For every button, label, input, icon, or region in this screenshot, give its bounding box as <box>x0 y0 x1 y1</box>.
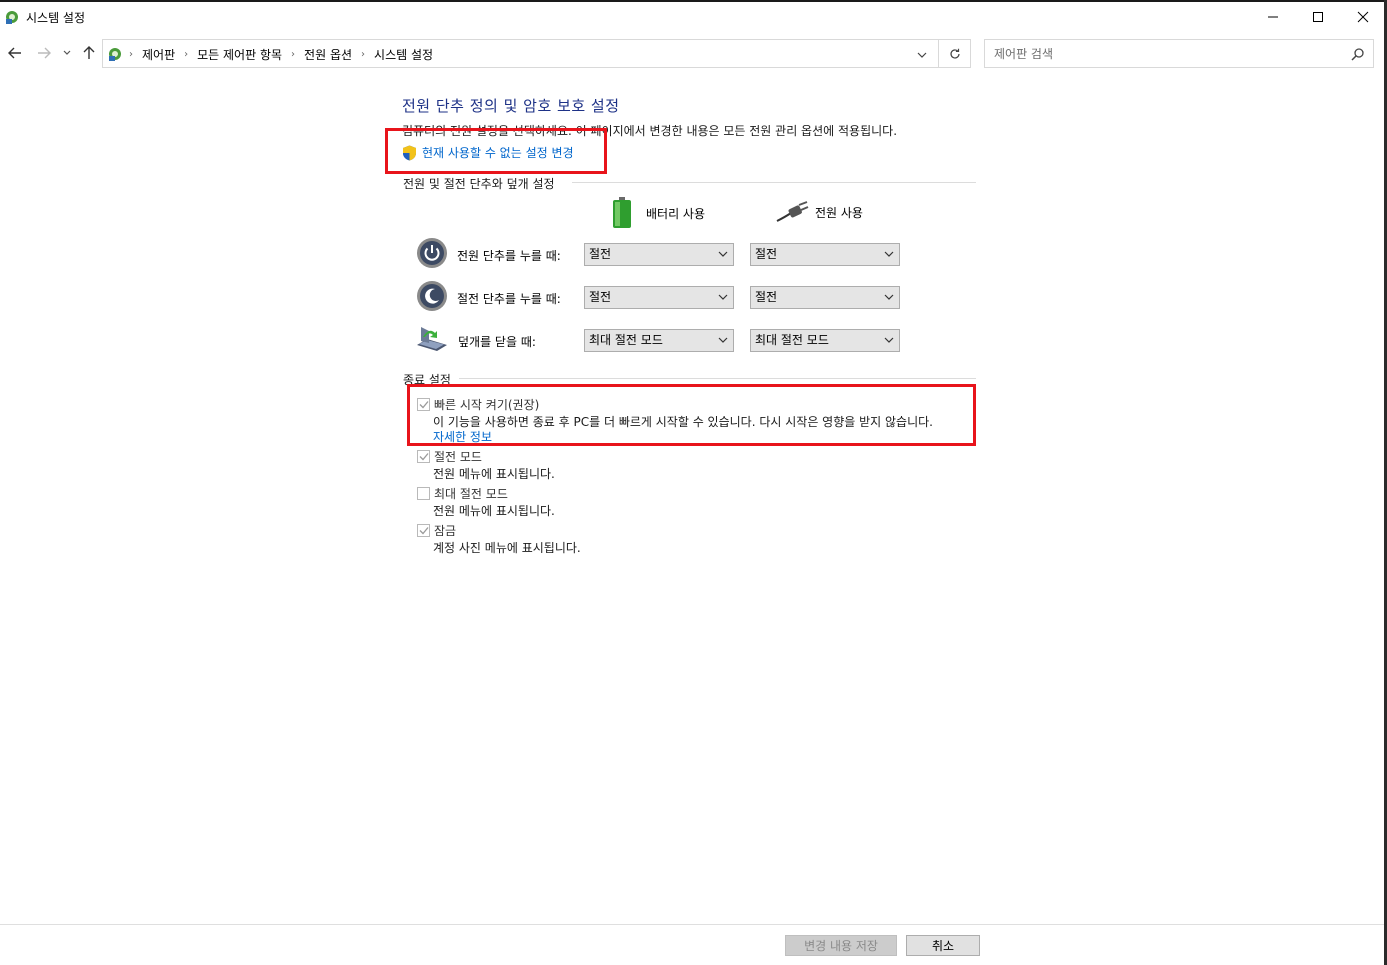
chevron-down-icon <box>917 52 927 58</box>
arrow-right-icon <box>38 47 51 59</box>
select-value: 최대 절전 모드 <box>589 333 663 347</box>
lock-option[interactable]: 잠금 <box>417 522 456 539</box>
forward-button[interactable] <box>34 44 54 62</box>
chevron-down-icon <box>718 337 728 343</box>
checkmark-icon <box>419 453 428 461</box>
up-button[interactable] <box>79 44 99 62</box>
hibernate-label: 최대 절전 모드 <box>434 487 508 501</box>
power-button-plugged-select[interactable]: 절전 <box>750 243 900 266</box>
breadcrumb-all-items[interactable]: 모든 제어판 항목 <box>197 46 282 63</box>
power-button-label: 전원 단추를 누를 때: <box>457 249 561 263</box>
hibernate-option[interactable]: 최대 절전 모드 <box>417 485 508 502</box>
window-title: 시스템 설정 <box>26 11 86 25</box>
sleep-button-plugged-select[interactable]: 절전 <box>750 286 900 309</box>
address-dropdown-button[interactable] <box>914 47 930 63</box>
search-box[interactable] <box>984 39 1374 68</box>
breadcrumb: › 제어판 › 모든 제어판 항목 › 전원 옵션 › 시스템 설정 <box>127 46 433 63</box>
annotation-highlight-box <box>385 128 607 174</box>
chevron-down-icon <box>63 50 71 55</box>
hibernate-description: 전원 메뉴에 표시됩니다. <box>433 504 555 518</box>
power-plug-icon <box>776 201 809 222</box>
chevron-down-icon <box>884 337 894 343</box>
footer-divider <box>0 924 1384 925</box>
select-value: 절전 <box>755 247 778 261</box>
back-button[interactable] <box>5 44 25 62</box>
power-buttons-group-title: 전원 및 절전 단추와 덮개 설정 <box>403 177 555 191</box>
breadcrumb-power-options[interactable]: 전원 옵션 <box>304 46 352 63</box>
chevron-down-icon <box>718 251 728 257</box>
chevron-down-icon <box>884 294 894 300</box>
sleep-option[interactable]: 절전 모드 <box>417 448 482 465</box>
close-button[interactable] <box>1340 2 1386 32</box>
select-value: 절전 <box>589 290 612 304</box>
search-icon[interactable] <box>1351 47 1365 61</box>
power-button-battery-select[interactable]: 절전 <box>584 243 734 266</box>
sleep-button-label: 절전 단추를 누를 때: <box>457 292 561 306</box>
plugged-column-label: 전원 사용 <box>815 205 863 220</box>
maximize-icon <box>1313 12 1323 22</box>
arrow-left-icon <box>8 47 21 59</box>
laptop-lid-icon <box>417 327 447 351</box>
control-panel-icon <box>109 48 121 61</box>
chevron-right-icon: › <box>129 49 133 60</box>
chevron-down-icon <box>884 251 894 257</box>
lock-label: 잠금 <box>434 524 457 538</box>
close-icon <box>1357 11 1369 23</box>
minimize-icon <box>1268 16 1278 18</box>
group-divider <box>572 182 976 183</box>
annotation-highlight-box <box>407 384 976 446</box>
chevron-right-icon[interactable]: › <box>291 49 295 60</box>
refresh-button[interactable] <box>939 39 971 68</box>
navigation-bar: › 제어판 › 모든 제어판 항목 › 전원 옵션 › 시스템 설정 <box>0 36 1384 70</box>
checkmark-icon <box>419 527 428 535</box>
minimize-button[interactable] <box>1250 2 1296 32</box>
hibernate-checkbox[interactable] <box>417 487 430 500</box>
lock-checkbox[interactable] <box>417 524 430 537</box>
group-divider <box>459 378 976 379</box>
power-button-icon <box>417 238 447 268</box>
chevron-right-icon[interactable]: › <box>184 49 188 60</box>
sleep-label: 절전 모드 <box>434 450 482 464</box>
sleep-checkbox[interactable] <box>417 450 430 463</box>
sleep-button-icon <box>417 281 447 311</box>
title-bar: 시스템 설정 <box>0 2 1384 32</box>
sleep-button-battery-select[interactable]: 절전 <box>584 286 734 309</box>
sleep-description: 전원 메뉴에 표시됩니다. <box>433 467 555 481</box>
lid-close-plugged-select[interactable]: 최대 절전 모드 <box>750 329 900 352</box>
battery-column-label: 배터리 사용 <box>646 206 706 221</box>
address-bar[interactable]: › 제어판 › 모든 제어판 항목 › 전원 옵션 › 시스템 설정 <box>102 39 939 68</box>
battery-icon <box>613 197 631 228</box>
plugged-column-header: 전원 사용 <box>775 201 863 223</box>
chevron-down-icon <box>718 294 728 300</box>
select-value: 절전 <box>589 247 612 261</box>
chevron-right-icon[interactable]: › <box>361 49 365 60</box>
breadcrumb-control-panel[interactable]: 제어판 <box>142 46 175 63</box>
refresh-icon <box>949 48 960 59</box>
battery-column-header: 배터리 사용 <box>612 197 705 229</box>
lid-close-battery-select[interactable]: 최대 절전 모드 <box>584 329 734 352</box>
maximize-button[interactable] <box>1295 2 1341 32</box>
control-panel-icon <box>6 11 18 24</box>
cancel-button[interactable]: 취소 <box>906 935 980 956</box>
select-value: 최대 절전 모드 <box>755 333 829 347</box>
search-input[interactable] <box>986 41 1336 66</box>
arrow-up-icon <box>83 46 95 59</box>
recent-locations-button[interactable] <box>59 44 75 62</box>
lid-close-label: 덮개를 닫을 때: <box>458 335 536 349</box>
save-changes-button[interactable]: 변경 내용 저장 <box>785 935 897 956</box>
page-title: 전원 단추 정의 및 암호 보호 설정 <box>402 97 620 115</box>
breadcrumb-system-settings[interactable]: 시스템 설정 <box>374 46 433 63</box>
lock-description: 계정 사진 메뉴에 표시됩니다. <box>433 541 581 555</box>
select-value: 절전 <box>755 290 778 304</box>
